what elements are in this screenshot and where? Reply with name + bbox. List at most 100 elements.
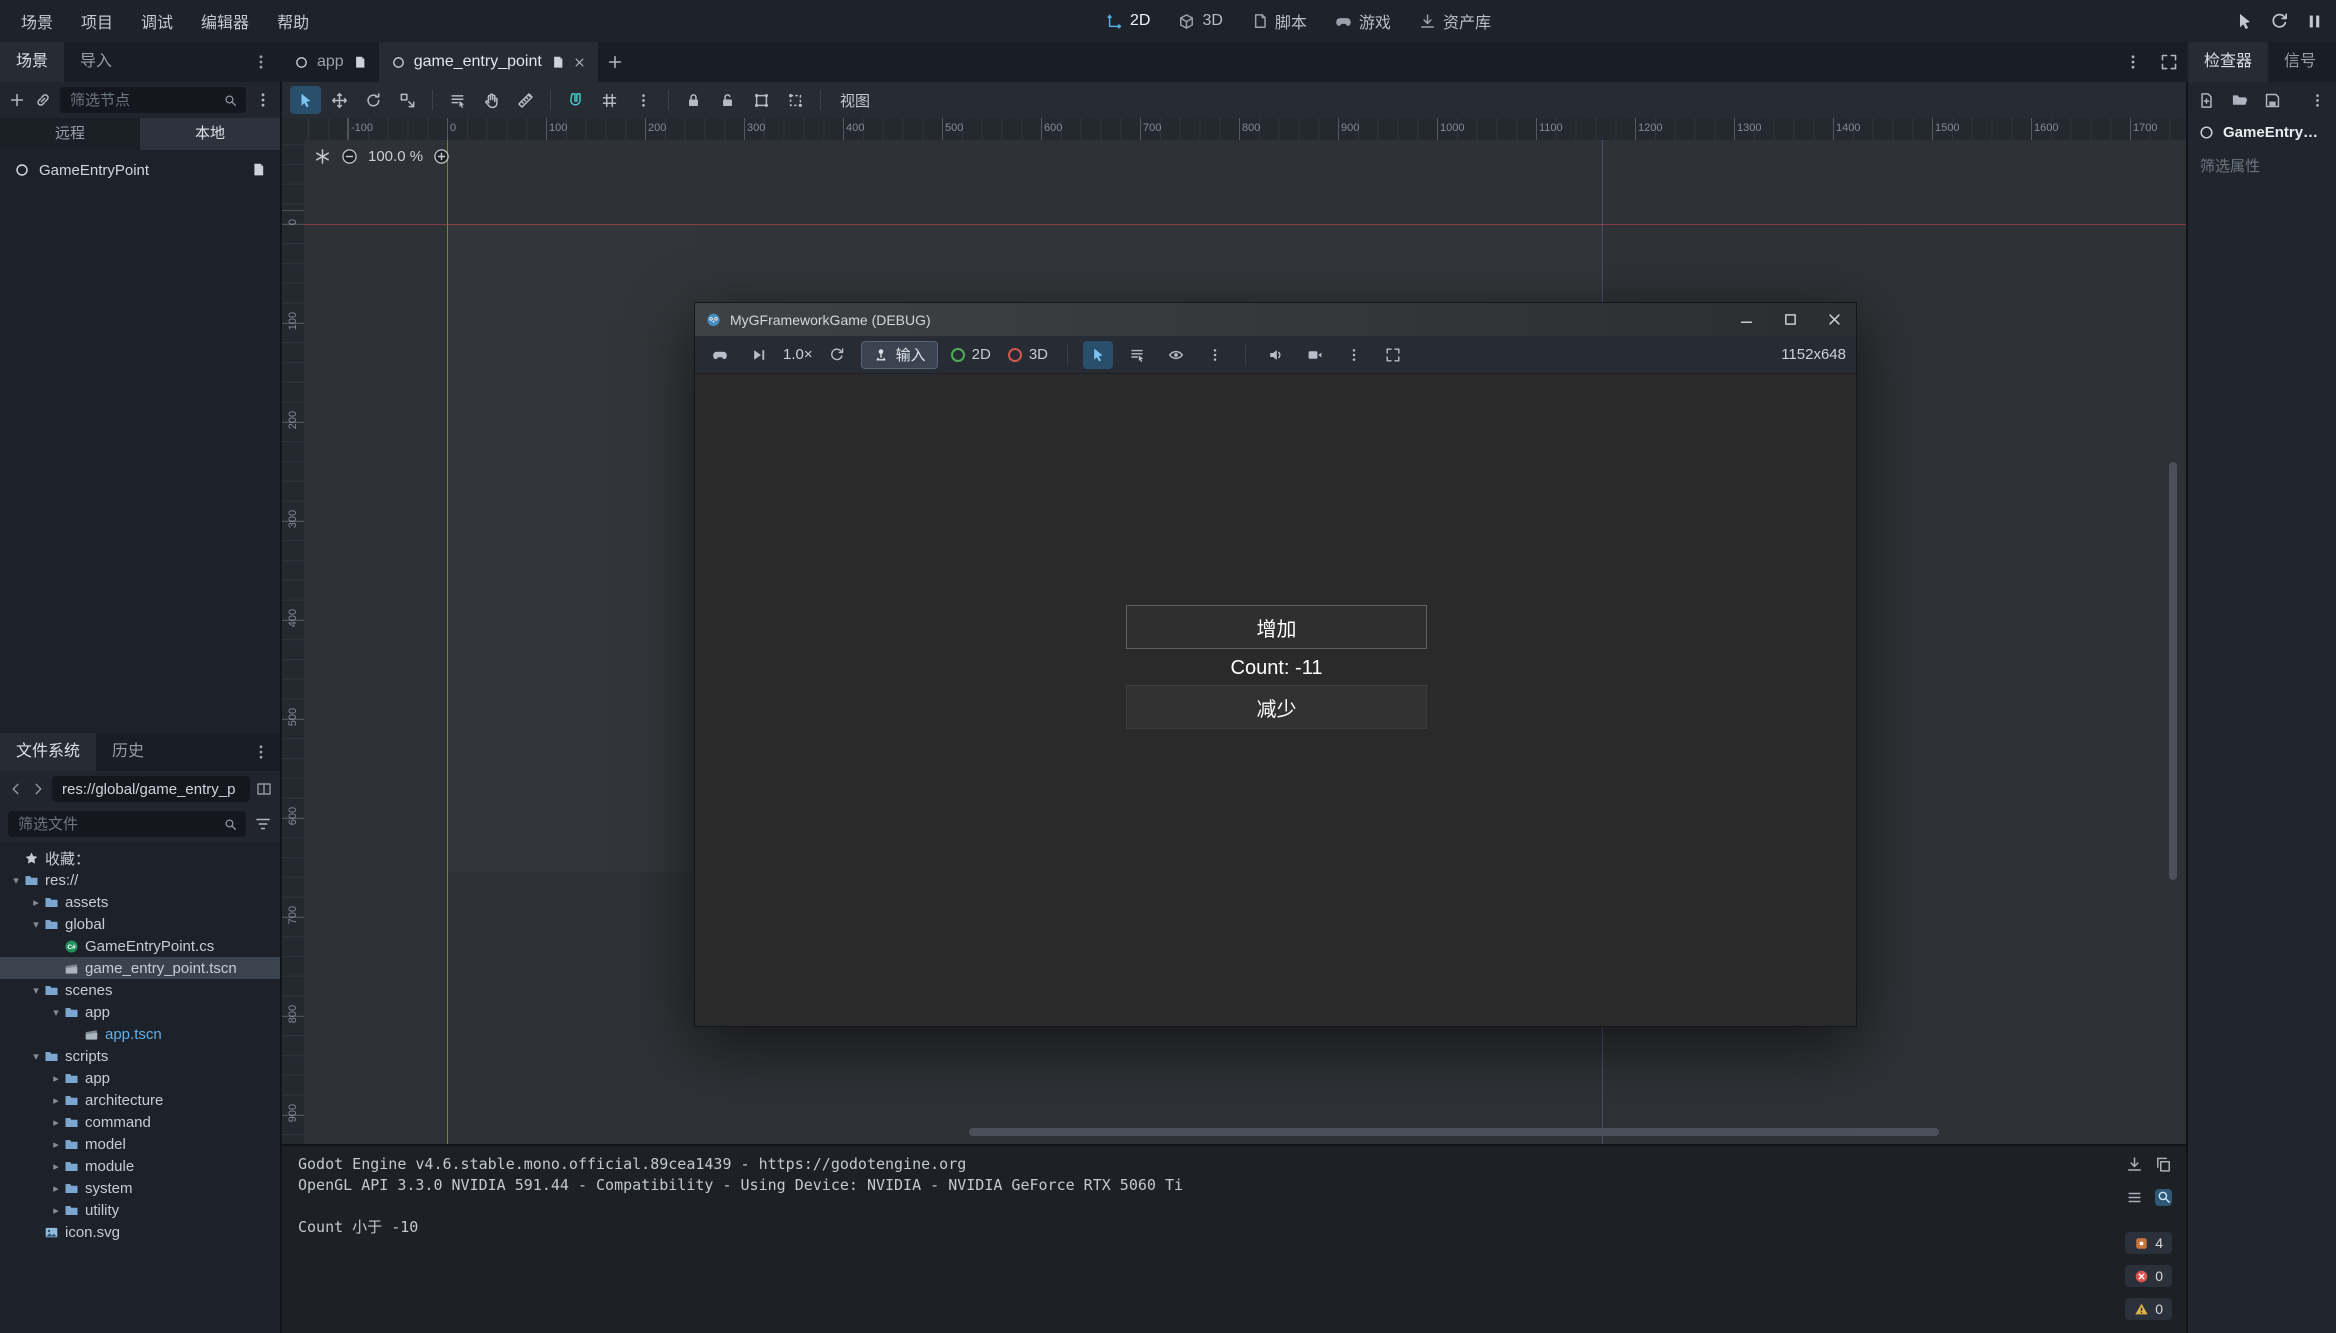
forward-button[interactable]	[30, 781, 46, 797]
tool-snap-options-button[interactable]	[628, 86, 659, 114]
horizontal-scrollbar[interactable]	[969, 1128, 1939, 1136]
scene-dock-menu-button[interactable]	[252, 53, 280, 71]
inspector-save-resource-button[interactable]	[2264, 92, 2281, 109]
tool-scale-button[interactable]	[392, 86, 423, 114]
workspace-2d[interactable]: 2D	[1096, 7, 1160, 35]
menu-scene[interactable]: 场景	[10, 5, 64, 37]
filesystem-dock-tab-history[interactable]: 历史	[96, 733, 160, 771]
badge-errors[interactable]: 0	[2125, 1265, 2172, 1287]
tool-select-button[interactable]	[290, 86, 321, 114]
filter-properties-field[interactable]: 筛选属性	[2188, 147, 2336, 184]
game-toolbar-audio-button[interactable]	[1261, 341, 1291, 369]
zoom-level[interactable]: 100.0 %	[368, 148, 423, 165]
update-spinner-icon[interactable]	[314, 148, 331, 165]
scene-dock-tab-scene[interactable]: 场景	[0, 42, 64, 82]
file-row-game-entry-point-tscn[interactable]: game_entry_point.tscn	[0, 957, 280, 979]
runbar-restart-button[interactable]	[2270, 12, 2289, 31]
file-row-command[interactable]: ▸command	[0, 1111, 280, 1133]
tree-right-arrow-icon[interactable]: ▸	[48, 1204, 64, 1217]
workspace-script[interactable]: 脚本	[1241, 4, 1317, 38]
tree-right-arrow-icon[interactable]: ▸	[28, 896, 44, 909]
add-scene-tab-button[interactable]	[606, 53, 624, 71]
scene-subtab-local[interactable]: 本地	[140, 118, 280, 150]
scene-dock-menu-button[interactable]	[254, 91, 272, 109]
output-search-button[interactable]	[2155, 1189, 2172, 1206]
filter-files-input[interactable]	[16, 815, 217, 834]
tool-rotate-button[interactable]	[358, 86, 389, 114]
view-menu-button[interactable]: 视图	[830, 90, 880, 111]
inspector-load-resource-button[interactable]	[2231, 92, 2248, 109]
game-toolbar-mode-3d-button[interactable]: 3D	[1004, 346, 1052, 363]
tree-right-arrow-icon[interactable]: ▸	[48, 1160, 64, 1173]
filesystem-dock-menu-button[interactable]	[252, 743, 280, 761]
inspector-dock-tab-inspector[interactable]: 检查器	[2188, 42, 2268, 82]
tool-ungroup-button[interactable]	[780, 86, 811, 114]
add-node-button[interactable]	[8, 91, 26, 109]
zoom-out-button[interactable]	[341, 148, 358, 165]
tree-down-arrow-icon[interactable]: ▾	[48, 1006, 64, 1019]
inspector-dock-tab-signals[interactable]: 信号	[2268, 42, 2332, 82]
tool-move-button[interactable]	[324, 86, 355, 114]
runbar-game-select-button[interactable]	[2235, 12, 2254, 31]
window-minimize-button[interactable]	[1724, 303, 1768, 336]
scene-dock-tab-import[interactable]: 导入	[64, 42, 128, 82]
window-maximize-button[interactable]	[1768, 303, 1812, 336]
tool-lock-button[interactable]	[678, 86, 709, 114]
file-row-utility[interactable]: ▸utility	[0, 1199, 280, 1221]
game-toolbar-debug-options-button[interactable]	[705, 341, 735, 369]
collapse-messages-button[interactable]	[2126, 1189, 2143, 1206]
file-row-gameentrypoint-cs[interactable]: C#GameEntryPoint.cs	[0, 935, 280, 957]
window-close-button[interactable]	[1812, 303, 1856, 336]
editor-panel-menu-button[interactable]	[2124, 53, 2142, 71]
tree-right-arrow-icon[interactable]: ▸	[48, 1072, 64, 1085]
tree-right-arrow-icon[interactable]: ▸	[48, 1094, 64, 1107]
split-view-button[interactable]	[256, 781, 272, 797]
inspector-new-resource-button[interactable]	[2198, 92, 2215, 109]
tool-smart-snap-button[interactable]	[560, 86, 591, 114]
filesystem-path-input[interactable]	[60, 780, 242, 799]
tree-down-arrow-icon[interactable]: ▾	[28, 984, 44, 997]
instantiate-scene-button[interactable]	[34, 91, 52, 109]
game-toolbar-node-list-button[interactable]	[1122, 341, 1152, 369]
workspace-3d[interactable]: 3D	[1168, 7, 1232, 35]
save-log-button[interactable]	[2126, 1156, 2143, 1173]
tool-pan-button[interactable]	[476, 86, 507, 114]
inspector-menu-button[interactable]	[2309, 92, 2326, 109]
game-toolbar-mode-2d-button[interactable]: 2D	[947, 346, 995, 363]
scene-tree-node-game-entry-point[interactable]: GameEntryPoint	[0, 156, 280, 184]
scene-tab-app[interactable]: app	[282, 42, 379, 82]
menu-debug[interactable]: 调试	[130, 5, 184, 37]
vertical-scrollbar[interactable]	[2169, 462, 2177, 880]
tree-right-arrow-icon[interactable]: ▸	[48, 1182, 64, 1195]
file-row-architecture[interactable]: ▸architecture	[0, 1089, 280, 1111]
game-toolbar-next-frame-button[interactable]	[744, 341, 774, 369]
tool-grid-snap-button[interactable]	[594, 86, 625, 114]
file-row-app-tscn[interactable]: app.tscn	[0, 1023, 280, 1045]
win-close-icon[interactable]	[573, 56, 586, 69]
file-row-icon-svg[interactable]: icon.svg	[0, 1221, 280, 1243]
file-row-scenes-app[interactable]: ▾app	[0, 1001, 280, 1023]
file-row-assets[interactable]: ▸assets	[0, 891, 280, 913]
script-icon[interactable]	[250, 162, 266, 178]
file-row-scripts[interactable]: ▾scripts	[0, 1045, 280, 1067]
tree-down-arrow-icon[interactable]: ▾	[28, 918, 44, 931]
game-toolbar-more-button[interactable]	[1200, 341, 1230, 369]
tool-unlock-button[interactable]	[712, 86, 743, 114]
menu-project[interactable]: 项目	[70, 5, 124, 37]
back-button[interactable]	[8, 781, 24, 797]
menu-help[interactable]: 帮助	[266, 5, 320, 37]
game-toolbar-embed-fullscreen-button[interactable]	[1378, 341, 1408, 369]
tree-right-arrow-icon[interactable]: ▸	[48, 1116, 64, 1129]
game-toolbar-reset-button[interactable]	[822, 341, 852, 369]
filesystem-dock-tab-filesystem[interactable]: 文件系统	[0, 733, 96, 771]
file-row-scripts-app[interactable]: ▸app	[0, 1067, 280, 1089]
game-window-titlebar[interactable]: MyGFrameworkGame (DEBUG)	[695, 303, 1856, 336]
badge-debug-messages[interactable]: 4	[2125, 1232, 2172, 1254]
file-row-favorites[interactable]: 收藏：	[0, 847, 280, 869]
workspace-assetlib[interactable]: 资产库	[1409, 4, 1501, 38]
editor-expand-button[interactable]	[2160, 53, 2178, 71]
tool-list-select-button[interactable]	[442, 86, 473, 114]
tree-right-arrow-icon[interactable]: ▸	[48, 1138, 64, 1151]
file-row-global[interactable]: ▾global	[0, 913, 280, 935]
game-toolbar-camera-override-button[interactable]	[1300, 341, 1330, 369]
